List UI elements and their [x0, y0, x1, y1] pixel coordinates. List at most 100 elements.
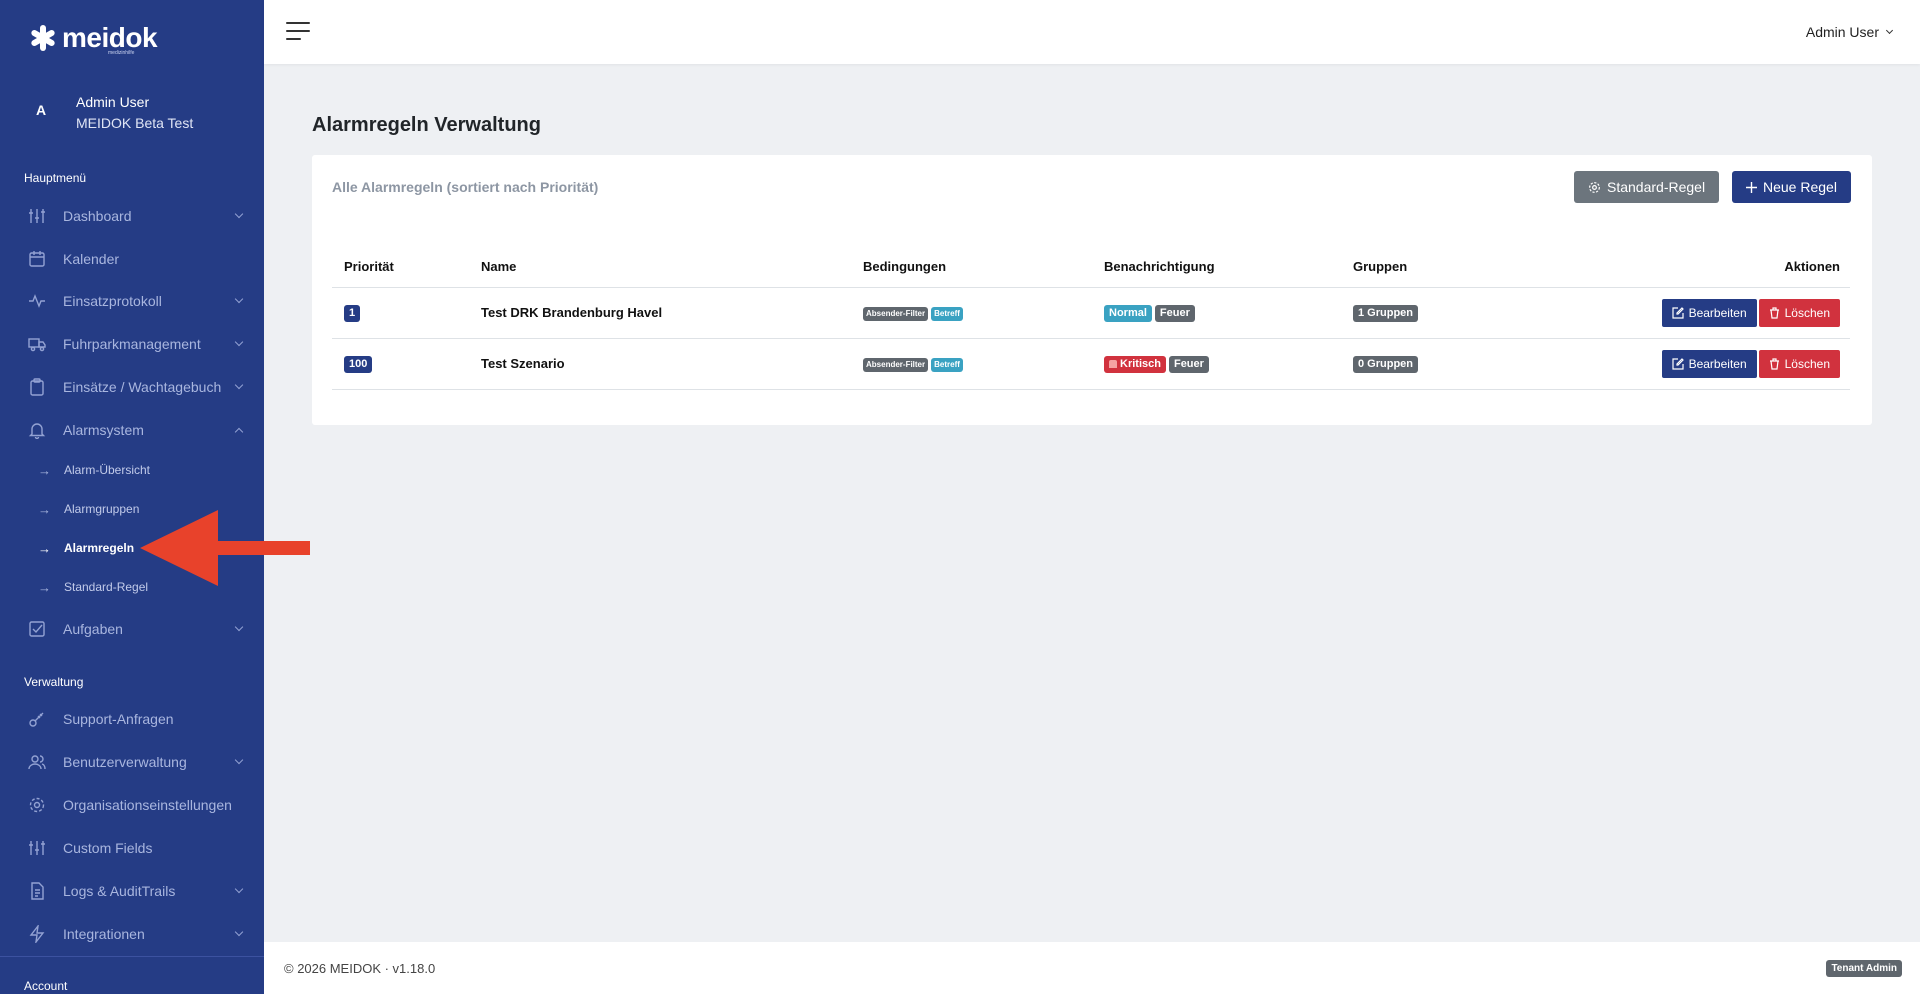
- delete-button[interactable]: Löschen: [1758, 298, 1840, 327]
- users-icon: [28, 753, 46, 771]
- notification-level-badge: Normal: [1104, 304, 1152, 322]
- notification-type-badge: Feuer: [1154, 304, 1195, 322]
- sliders-icon: [28, 839, 46, 857]
- sidebar-subitem-alarm-uebersicht[interactable]: → Alarm-Übersicht: [0, 455, 264, 485]
- rules-card: Alle Alarmregeln (sortiert nach Prioritä…: [312, 155, 1872, 425]
- zap-icon: [28, 925, 46, 943]
- trash-icon: [1769, 306, 1779, 319]
- condition-badge: Betreff: [931, 358, 963, 372]
- footer: © 2026 MEIDOK · v1.18.0 Tenant Admin: [264, 942, 1920, 994]
- sidebar-item-alarmsystem[interactable]: Alarmsystem: [0, 412, 264, 448]
- edit-button-label: Bearbeiten: [1688, 305, 1747, 320]
- key-icon: [28, 710, 46, 728]
- divider: [0, 956, 264, 957]
- sidebar-item-organisationseinstellungen[interactable]: Organisationseinstellungen: [0, 787, 264, 823]
- column-header-actions: Aktionen: [1541, 247, 1850, 288]
- arrow-right-icon: →: [38, 501, 51, 517]
- menu-toggle-icon[interactable]: [286, 22, 310, 42]
- delete-button-label: Löschen: [1784, 356, 1830, 371]
- user-organization: MEIDOK Beta Test: [76, 115, 194, 131]
- arrow-right-icon: →: [38, 579, 51, 595]
- chevron-down-icon: [234, 884, 244, 894]
- star-of-life-icon: [30, 25, 56, 51]
- gear-icon: [28, 796, 46, 814]
- chevron-down-icon: [234, 209, 244, 219]
- sidebar-item-benutzerverwaltung[interactable]: Benutzerverwaltung: [0, 744, 264, 780]
- sidebar-item-label: Einsatzprotokoll: [63, 293, 162, 309]
- chevron-down-icon: [234, 755, 244, 765]
- sidebar-subitem-label: Alarmregeln: [64, 541, 135, 555]
- sidebar-item-fuhrparkmanagement[interactable]: Fuhrparkmanagement: [0, 326, 264, 362]
- gear-icon: [1589, 181, 1600, 193]
- standard-rule-button-label: Standard-Regel: [1607, 179, 1706, 195]
- card-title: Alle Alarmregeln (sortiert nach Prioritä…: [332, 179, 599, 195]
- sidebar-subitem-label: Standard-Regel: [64, 580, 149, 594]
- sidebar-item-label: Integrationen: [63, 926, 145, 942]
- topbar: Admin User: [264, 0, 1920, 64]
- calendar-icon: [28, 250, 46, 268]
- priority-badge: 100: [344, 355, 373, 373]
- sidebar-item-einsatzprotokoll[interactable]: Einsatzprotokoll: [0, 283, 264, 319]
- user-name: Admin User: [76, 94, 150, 110]
- sidebar-item-label: Kalender: [63, 251, 120, 267]
- section-title-main: Hauptmenü: [24, 171, 87, 185]
- column-header-name: Name: [469, 247, 851, 288]
- table-header-row: Priorität Name Bedingungen Benachrichtig…: [332, 247, 1850, 288]
- arrow-right-icon: →: [38, 462, 51, 478]
- standard-rule-button[interactable]: Standard-Regel: [1574, 171, 1720, 203]
- sidebar-item-label: Dashboard: [63, 208, 132, 224]
- sliders-icon: [28, 207, 46, 225]
- sidebar-item-kalender[interactable]: Kalender: [0, 241, 264, 277]
- groups-badge: 1 Gruppen: [1353, 304, 1419, 322]
- rule-name: Test Szenario: [469, 338, 851, 390]
- user-menu-dropdown[interactable]: Admin User: [1805, 24, 1894, 40]
- brand-logo[interactable]: meidok: [30, 22, 158, 54]
- trash-icon: [1769, 357, 1779, 370]
- clipboard-icon: [28, 378, 46, 396]
- chevron-down-icon: [234, 927, 244, 937]
- sidebar-item-label: Einsätze / Wachtagebuch: [63, 379, 222, 395]
- sidebar-user: A Admin User MEIDOK Beta Test: [0, 88, 264, 152]
- page-title-bold: Alarmregeln: [312, 114, 429, 136]
- sidebar-item-label: Aufgaben: [63, 621, 123, 637]
- sidebar-item-integrationen[interactable]: Integrationen: [0, 916, 264, 952]
- column-header-groups: Gruppen: [1341, 247, 1541, 288]
- avatar: A: [36, 102, 47, 118]
- groups-badge: 0 Gruppen: [1353, 355, 1419, 373]
- condition-badge: Absender-Filter: [863, 358, 929, 372]
- delete-button-label: Löschen: [1784, 305, 1830, 320]
- file-text-icon: [28, 882, 46, 900]
- sidebar-item-logs[interactable]: Logs & AuditTrails: [0, 873, 264, 909]
- chevron-down-icon: [234, 622, 244, 632]
- chevron-down-icon: [1885, 26, 1894, 35]
- condition-badge: Absender-Filter: [863, 307, 929, 321]
- condition-badge: Betreff: [931, 307, 963, 321]
- chevron-down-icon: [234, 337, 244, 347]
- edit-button[interactable]: Bearbeiten: [1661, 298, 1757, 327]
- sidebar-item-label: Custom Fields: [63, 840, 153, 856]
- edit-button-label: Bearbeiten: [1688, 356, 1747, 371]
- user-menu-label: Admin User: [1805, 24, 1879, 40]
- section-title-account: Account: [24, 979, 68, 993]
- sidebar-item-label: Alarmsystem: [63, 422, 144, 438]
- rule-name: Test DRK Brandenburg Havel: [469, 287, 851, 339]
- sidebar-item-dashboard[interactable]: Dashboard: [0, 198, 264, 234]
- chevron-down-icon: [234, 294, 244, 304]
- sidebar-item-support[interactable]: Support-Anfragen: [0, 701, 264, 737]
- arrow-right-icon: →: [38, 540, 51, 556]
- table-row: 100 Test Szenario Absender-Filter Betreff…: [332, 338, 1850, 390]
- edit-button[interactable]: Bearbeiten: [1661, 349, 1757, 378]
- delete-button[interactable]: Löschen: [1758, 349, 1840, 378]
- page-title-rest: Verwaltung: [428, 114, 541, 136]
- edit-icon: [1671, 357, 1684, 370]
- rules-table: Priorität Name Bedingungen Benachrichtig…: [332, 247, 1850, 390]
- notification-type-badge: Feuer: [1168, 355, 1209, 373]
- chevron-down-icon: [234, 380, 244, 390]
- sidebar-item-label: Fuhrparkmanagement: [63, 336, 201, 352]
- column-header-conditions: Bedingungen: [851, 247, 1092, 288]
- sidebar-item-custom-fields[interactable]: Custom Fields: [0, 830, 264, 866]
- new-rule-button[interactable]: Neue Regel: [1732, 171, 1851, 203]
- notification-level-badge: Kritisch: [1104, 355, 1166, 373]
- sidebar-item-aufgaben[interactable]: Aufgaben: [0, 611, 264, 647]
- sidebar-item-einsaetze[interactable]: Einsätze / Wachtagebuch: [0, 369, 264, 405]
